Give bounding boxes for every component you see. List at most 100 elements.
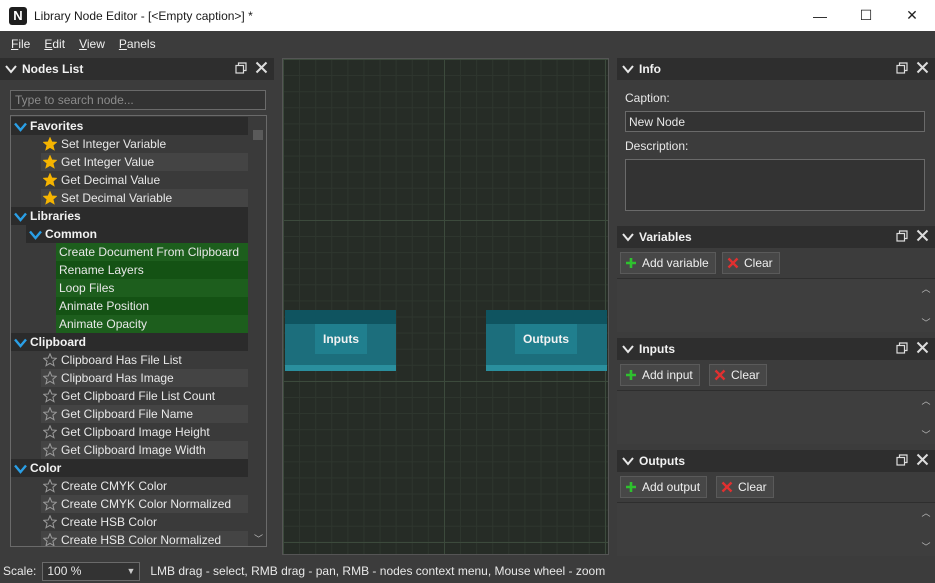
tree-node-item[interactable]: Create Document From Clipboard: [56, 243, 248, 261]
menu-file[interactable]: File: [4, 37, 37, 51]
tree-category[interactable]: Libraries: [11, 207, 248, 225]
tree-node-item[interactable]: Get Clipboard Image Height: [41, 423, 248, 441]
scale-select[interactable]: 100 % ▼: [42, 561, 141, 581]
star-outline-icon[interactable]: [43, 353, 57, 367]
info-header[interactable]: Info: [617, 58, 935, 80]
inputs-scrollbar[interactable]: ︿ ﹀: [921, 391, 931, 444]
star-outline-icon[interactable]: [43, 371, 57, 385]
scroll-up-icon[interactable]: ︿: [921, 394, 930, 407]
star-filled-icon[interactable]: [43, 155, 57, 169]
tree-node-item[interactable]: Get Clipboard Image Width: [41, 441, 248, 459]
node-graph-canvas[interactable]: Inputs Outputs: [282, 58, 609, 555]
undock-icon[interactable]: [896, 229, 908, 242]
star-outline-icon[interactable]: [43, 389, 57, 403]
clear-variables-button[interactable]: Clear: [722, 252, 780, 274]
tree-node-item[interactable]: Set Decimal Variable: [41, 189, 248, 207]
tree-category[interactable]: Clipboard: [11, 333, 248, 351]
star-filled-icon[interactable]: [43, 173, 57, 187]
scroll-down-icon[interactable]: ﹀: [921, 540, 930, 553]
nodes-list-header[interactable]: Nodes List: [0, 58, 274, 80]
close-panel-icon[interactable]: [916, 453, 929, 466]
clear-outputs-button[interactable]: Clear: [716, 476, 774, 498]
star-outline-icon[interactable]: [43, 407, 57, 421]
inputs-header[interactable]: Inputs: [617, 338, 935, 360]
inputs-list[interactable]: ︿ ﹀: [617, 390, 935, 444]
chevron-down-icon[interactable]: [622, 231, 634, 243]
chevron-down-icon[interactable]: ▼: [126, 566, 135, 576]
undock-icon[interactable]: [896, 453, 908, 466]
outputs-list[interactable]: ︿ ﹀: [617, 502, 935, 556]
undock-icon[interactable]: [896, 341, 908, 354]
star-filled-icon[interactable]: [43, 191, 57, 205]
chevron-down-icon[interactable]: [14, 463, 27, 474]
chevron-down-icon[interactable]: [14, 121, 27, 132]
inputs-node[interactable]: Inputs: [285, 310, 396, 371]
chevron-down-icon[interactable]: [14, 211, 27, 222]
menu-edit[interactable]: Edit: [37, 37, 72, 51]
chevron-down-icon[interactable]: [5, 63, 17, 75]
scroll-up-icon[interactable]: ︿: [921, 282, 930, 295]
tree-node-item[interactable]: Rename Layers: [56, 261, 248, 279]
tree-node-item[interactable]: Get Clipboard File Name: [41, 405, 248, 423]
scroll-down-icon[interactable]: ﹀: [921, 428, 930, 441]
tree-category[interactable]: Color: [11, 459, 248, 477]
undock-icon[interactable]: [896, 61, 908, 74]
tree-node-item[interactable]: Create HSB Color Normalized: [41, 531, 248, 547]
tree-node-item[interactable]: Create CMYK Color: [41, 477, 248, 495]
scroll-up-icon[interactable]: ︿: [921, 506, 930, 519]
scroll-down-icon[interactable]: ﹀: [921, 316, 930, 329]
close-panel-icon[interactable]: [255, 61, 268, 74]
chevron-down-icon[interactable]: [622, 455, 634, 467]
tree-node-item[interactable]: Set Integer Variable: [41, 135, 248, 153]
close-panel-icon[interactable]: [916, 341, 929, 354]
nodes-tree[interactable]: Favorites Set Integer Variable Get Integer…: [10, 115, 267, 547]
undock-icon[interactable]: [235, 61, 247, 74]
tree-scrollbar[interactable]: [251, 116, 265, 546]
add-variable-button[interactable]: Add variable: [620, 252, 716, 274]
minimize-button[interactable]: —: [797, 0, 843, 31]
tree-category[interactable]: Favorites: [11, 117, 248, 135]
menu-panels[interactable]: Panels: [112, 37, 163, 51]
menu-view[interactable]: View: [72, 37, 112, 51]
outputs-header[interactable]: Outputs: [617, 450, 935, 472]
variables-list[interactable]: ︿ ﹀: [617, 278, 935, 332]
add-output-button[interactable]: Add output: [620, 476, 708, 498]
star-outline-icon[interactable]: [43, 497, 57, 511]
tree-node-item[interactable]: Clipboard Has Image: [41, 369, 248, 387]
tree-scroll-thumb[interactable]: [253, 130, 263, 140]
clear-inputs-button[interactable]: Clear: [709, 364, 767, 386]
star-outline-icon[interactable]: [43, 425, 57, 439]
star-outline-icon[interactable]: [43, 479, 57, 493]
tree-node-item[interactable]: Animate Position: [56, 297, 248, 315]
tree-node-item[interactable]: Loop Files: [56, 279, 248, 297]
maximize-button[interactable]: ☐: [843, 0, 889, 31]
tree-category[interactable]: Common: [26, 225, 248, 243]
tree-node-item[interactable]: Create CMYK Color Normalized: [41, 495, 248, 513]
chevron-down-icon[interactable]: [622, 343, 634, 355]
star-outline-icon[interactable]: [43, 515, 57, 529]
star-outline-icon[interactable]: [43, 443, 57, 457]
outputs-scrollbar[interactable]: ︿ ﹀: [921, 503, 931, 556]
description-textarea[interactable]: [625, 159, 925, 211]
tree-node-item[interactable]: Animate Opacity: [56, 315, 248, 333]
close-button[interactable]: ✕: [889, 0, 935, 31]
outputs-node[interactable]: Outputs: [486, 310, 607, 371]
add-input-button[interactable]: Add input: [620, 364, 700, 386]
close-panel-icon[interactable]: [916, 61, 929, 74]
tree-node-item[interactable]: Get Integer Value: [41, 153, 248, 171]
chevron-down-icon[interactable]: [14, 337, 27, 348]
chevron-down-icon[interactable]: [622, 63, 634, 75]
star-outline-icon[interactable]: [43, 533, 57, 547]
caption-input[interactable]: New Node: [625, 111, 925, 132]
chevron-down-icon[interactable]: [29, 229, 42, 240]
tree-node-item[interactable]: Clipboard Has File List: [41, 351, 248, 369]
node-search-input[interactable]: Type to search node...: [10, 90, 266, 110]
star-filled-icon[interactable]: [43, 137, 57, 151]
tree-node-item[interactable]: Get Clipboard File List Count: [41, 387, 248, 405]
chevron-down-icon[interactable]: ﹀: [254, 532, 263, 545]
tree-node-item[interactable]: Create HSB Color: [41, 513, 248, 531]
variables-scrollbar[interactable]: ︿ ﹀: [921, 279, 931, 332]
tree-node-item[interactable]: Get Decimal Value: [41, 171, 248, 189]
close-panel-icon[interactable]: [916, 229, 929, 242]
variables-header[interactable]: Variables: [617, 226, 935, 248]
